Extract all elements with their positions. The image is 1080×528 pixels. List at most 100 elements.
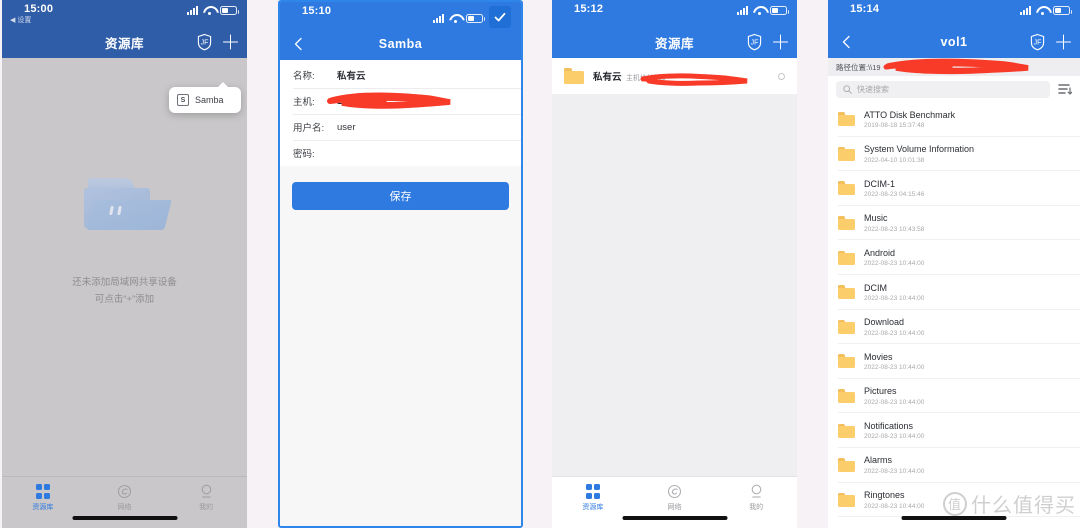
tab-library[interactable]: 资源库 (552, 484, 634, 512)
file-name: Android (864, 247, 896, 258)
search-input[interactable]: 快速搜索 (836, 80, 1050, 98)
file-row[interactable]: Music 2022-08-23 10:43:58 (828, 206, 1080, 241)
field-name-row[interactable]: 名称: 私有云 (280, 62, 521, 88)
svg-text:JF: JF (1034, 40, 1042, 47)
checkmark-icon[interactable] (489, 6, 511, 28)
grid-icon (35, 484, 51, 499)
screenshot-board: 15:00 ◀ 设置 资源库 JF S Samba 还未添加局域网共享设备 可点… (0, 0, 1080, 528)
status-bar: 15:14 (828, 0, 1080, 26)
field-name-value: 私有云 (337, 71, 366, 82)
file-text: Notifications 2022-08-23 10:44:00 (864, 421, 924, 441)
list-item-share[interactable]: 私有云 主机地址: 19 (552, 58, 797, 94)
profile-icon (199, 484, 214, 499)
panel1-header: 15:00 ◀ 设置 资源库 JF (2, 0, 247, 58)
chevron-left-icon[interactable] (840, 35, 854, 49)
file-date: 2022-08-23 10:43:58 (864, 225, 925, 233)
file-text: Pictures 2022-08-23 10:44:00 (864, 386, 924, 406)
network-icon (117, 484, 132, 499)
file-row[interactable]: Notifications 2022-08-23 10:44:00 (828, 413, 1080, 448)
share-host-prefix: 主机地址: (625, 75, 656, 82)
home-indicator (901, 516, 1007, 520)
status-icons (433, 6, 511, 28)
panel3-header: 15:12 资源库 JF (552, 0, 797, 58)
tab-profile-label: 我的 (199, 504, 214, 511)
tab-network[interactable]: 网络 (634, 484, 716, 512)
nav-bar: Samba (280, 28, 521, 60)
home-indicator (72, 516, 177, 520)
signal-icon (737, 6, 748, 15)
search-placeholder: 快速搜索 (857, 84, 889, 94)
home-indicator (622, 516, 727, 520)
shield-jf-icon[interactable]: JF (1030, 33, 1045, 51)
shield-jf-icon[interactable]: JF (197, 33, 212, 51)
file-text: DCIM 2022-08-23 10:44:00 (864, 283, 924, 303)
file-date: 2022-08-23 10:44:00 (864, 260, 925, 268)
panel4-header: 15:14 vol1 JF (828, 0, 1080, 58)
select-radio[interactable] (778, 72, 785, 80)
nav-bar: vol1 JF (828, 26, 1080, 58)
folder-icon (838, 146, 855, 161)
file-name: Ringtones (864, 490, 905, 501)
add-button[interactable] (1056, 34, 1071, 50)
file-date: 2022-08-23 10:44:00 (864, 295, 925, 303)
file-row[interactable]: DCIM 2022-08-23 10:44:00 (828, 275, 1080, 310)
file-name: Download (864, 317, 905, 328)
folder-icon (838, 458, 855, 473)
file-row[interactable]: Pictures 2022-08-23 10:44:00 (828, 379, 1080, 414)
profile-icon (749, 484, 764, 499)
add-button[interactable] (223, 34, 238, 50)
search-bar: 快速搜索 (828, 76, 1080, 102)
file-name: Notifications (864, 420, 914, 431)
file-row[interactable]: Ringtones 2022-08-23 10:44:00 (828, 483, 1080, 518)
shield-jf-icon[interactable]: JF (747, 33, 762, 51)
file-row[interactable]: Android 2022-08-23 10:44:00 (828, 240, 1080, 275)
samba-popup-menu[interactable]: S Samba (169, 82, 241, 113)
battery-icon (220, 6, 239, 15)
status-bar: 15:12 (552, 0, 797, 26)
file-date: 2022-08-23 10:44:00 (864, 502, 925, 510)
folder-icon (838, 389, 855, 404)
save-button[interactable]: 保存 (292, 182, 509, 210)
file-text: Alarms 2022-08-23 10:44:00 (864, 455, 924, 475)
field-name-label: 名称: (293, 71, 315, 82)
tab-library-label: 资源库 (582, 503, 604, 511)
tab-network-label: 网络 (117, 504, 132, 511)
file-list[interactable]: ATTO Disk Benchmark 2019-08-18 15:37:48 Sy… (828, 102, 1080, 528)
field-password-row[interactable]: 密码: (280, 140, 521, 166)
phone-panel-samba-form: 15:10 Samba 名称: 私有云 主机: 192.1 用户名: user … (278, 0, 523, 528)
samba-form: 名称: 私有云 主机: 192.1 用户名: user 密码: (280, 60, 521, 166)
tab-network-label: 网络 (667, 504, 682, 511)
field-host-label: 主机: (293, 97, 315, 108)
tab-profile[interactable]: 我的 (165, 484, 247, 512)
panel3-body: 私有云 主机地址: 19 资源库 网络 我的 (552, 58, 797, 528)
file-name: System Volume Information (864, 144, 975, 155)
file-row[interactable]: Alarms 2022-08-23 10:44:00 (828, 448, 1080, 483)
field-host-row[interactable]: 主机: 192.1 (280, 88, 521, 114)
file-row[interactable]: Movies 2022-08-23 10:44:00 (828, 344, 1080, 379)
add-button[interactable] (773, 34, 788, 50)
tab-network[interactable]: 网络 (84, 484, 166, 512)
field-host-value: 192.1 (337, 95, 361, 107)
file-text: DCIM-1 2022-08-23 04:15:46 (864, 179, 924, 199)
phone-panel-library-empty: 15:00 ◀ 设置 资源库 JF S Samba 还未添加局域网共享设备 可点… (2, 0, 247, 528)
svg-text:JF: JF (751, 40, 759, 47)
status-back-hint[interactable]: ◀ 设置 (10, 15, 31, 25)
empty-state-line2: 可点击“+”添加 (94, 294, 155, 305)
chevron-left-icon[interactable] (292, 37, 306, 51)
file-row[interactable]: System Volume Information 2022-04-10 10:0… (828, 137, 1080, 172)
file-text: ATTO Disk Benchmark 2019-08-18 15:37:48 (864, 110, 955, 130)
file-row[interactable]: Download 2022-08-23 10:44:00 (828, 310, 1080, 345)
folder-icon (838, 112, 855, 127)
sort-icon[interactable] (1058, 83, 1072, 95)
nav-bar: 资源库 JF (2, 26, 247, 58)
path-redaction-mark (880, 58, 1035, 76)
file-row[interactable]: DCIM-1 2022-08-23 04:15:46 (828, 171, 1080, 206)
file-date: 2022-08-23 10:44:00 (864, 467, 925, 475)
tab-library[interactable]: 资源库 (2, 484, 84, 512)
share-host: 主机地址: 19 (626, 75, 666, 82)
file-row[interactable]: ATTO Disk Benchmark 2019-08-18 15:37:48 (828, 102, 1080, 137)
field-username-row[interactable]: 用户名: user (280, 114, 521, 140)
tab-profile[interactable]: 我的 (715, 484, 797, 512)
tab-bar: 资源库 网络 我的 (552, 476, 797, 528)
status-icons (737, 6, 789, 15)
